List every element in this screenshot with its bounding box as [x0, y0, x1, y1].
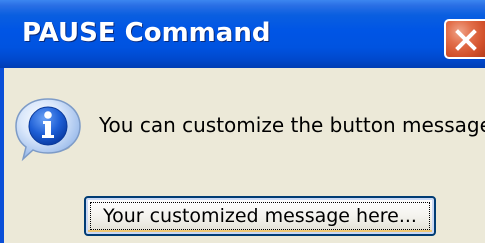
- custom-message-button[interactable]: Your customized message here...: [84, 196, 436, 236]
- window-title: PAUSE Command: [22, 18, 271, 48]
- title-bar[interactable]: PAUSE Command: [0, 0, 485, 68]
- dialog-message: You can customize the button message!: [99, 113, 485, 137]
- dialog-window: PAUSE Command You can customize the butt…: [0, 0, 485, 243]
- close-icon: [455, 29, 477, 51]
- info-icon: [15, 98, 81, 162]
- window-frame-left: [0, 68, 4, 243]
- custom-message-button-label: Your customized message here...: [103, 205, 417, 227]
- close-button[interactable]: [444, 19, 485, 59]
